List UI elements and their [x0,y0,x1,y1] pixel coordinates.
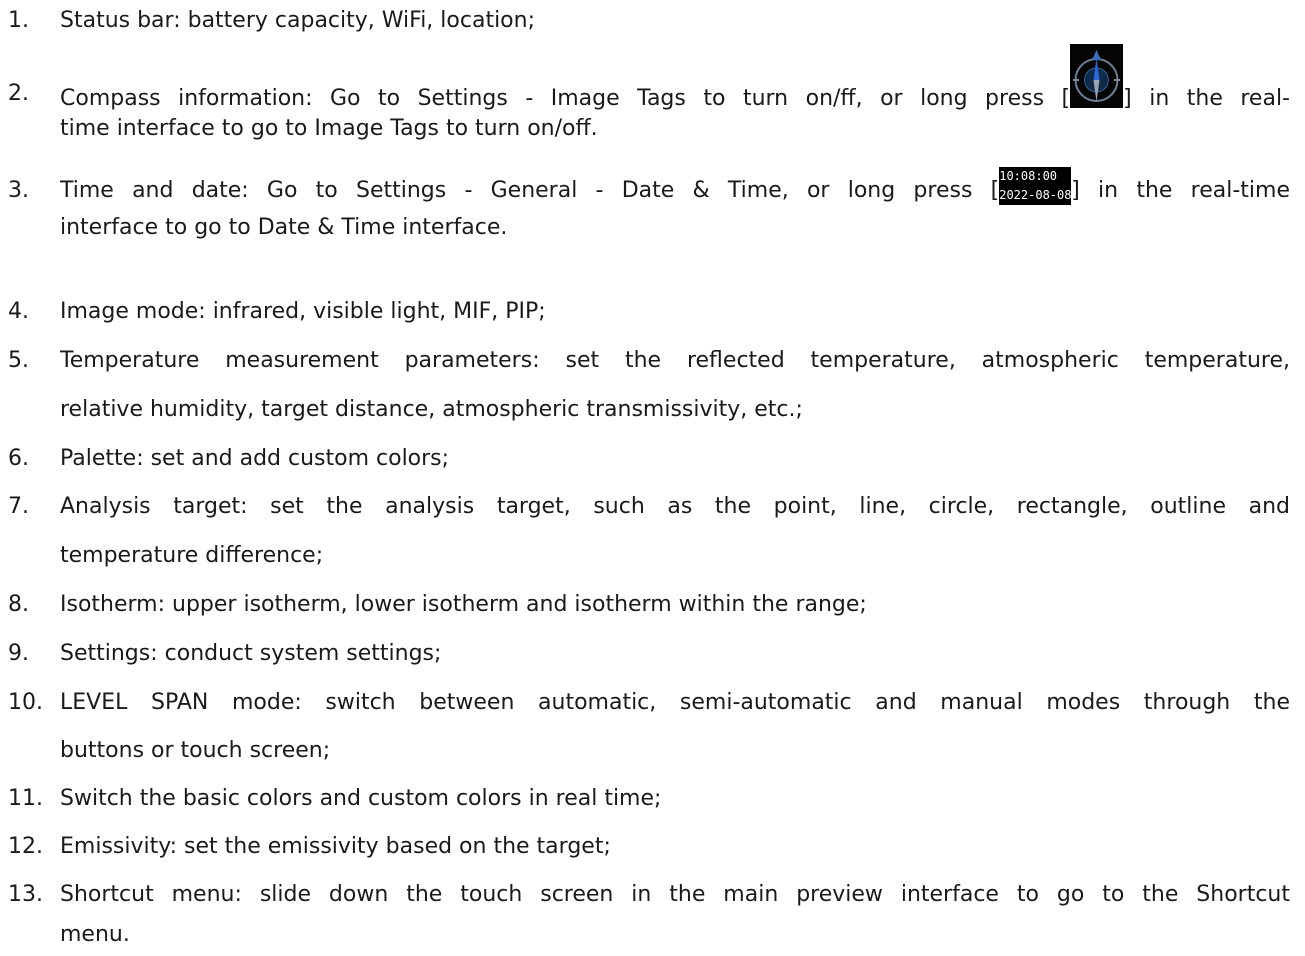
item-text: relative humidity, target distance, atmo… [60,397,803,422]
item-number: 9. [8,641,29,666]
item-text: LEVEL SPAN mode: switch between automati… [60,690,1290,715]
item-text: Shortcut menu: slide down the touch scre… [60,882,1290,907]
item-text: menu. [60,922,130,947]
item-text: Status bar: battery capacity, WiFi, loca… [60,8,535,33]
item-text: Time and date: Go to Settings - General … [60,167,1290,205]
item-text: Analysis target: set the analysis target… [60,494,1290,519]
item-text: Image mode: infrared, visible light, MIF… [60,299,546,324]
item-number: 4. [8,299,29,324]
item-text: buttons or touch screen; [60,738,331,763]
date-time-icon: 10:08:00 2022-08-08 [999,167,1071,205]
item-text: time interface to go to Image Tags to tu… [60,116,598,141]
item-text: Isotherm: upper isotherm, lower isotherm… [60,592,867,617]
item-text: Emissivity: set the emissivity based on … [60,834,611,859]
item-text: interface to go to Date & Time interface… [60,215,508,240]
item-number: 2. [8,81,29,106]
item-number: 7. [8,494,29,519]
item-number: 5. [8,348,29,373]
item-text: Switch the basic colors and custom color… [60,786,662,811]
item-number: 12. [8,834,43,859]
item-number: 8. [8,592,29,617]
date-label: 2022-08-08 [999,188,1072,202]
item-number: 13. [8,882,43,907]
item-text: Palette: set and add custom colors; [60,446,450,471]
compass-icon [1070,44,1124,108]
item-number: 10. [8,690,43,715]
item-number: 6. [8,446,29,471]
item-number: 11. [8,786,43,811]
item-number: 1. [8,8,29,33]
item-text: Settings: conduct system settings; [60,641,442,666]
item-text: Temperature measurement parameters: set … [60,348,1290,373]
item-number: 3. [8,178,29,203]
item-text: temperature difference; [60,543,324,568]
item-text: Compass information: Go to Settings - Im… [60,44,1290,112]
time-label: 10:08:00 [999,169,1058,183]
